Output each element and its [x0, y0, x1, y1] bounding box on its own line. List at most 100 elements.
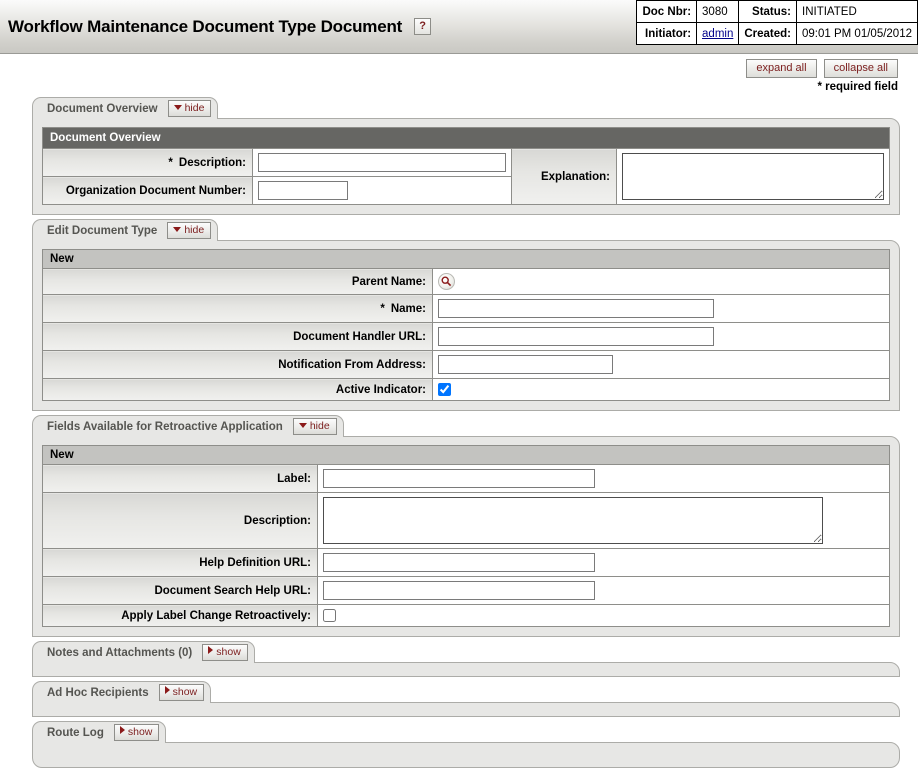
footer-actions: submit save blanket approve close cancel: [0, 768, 918, 778]
panel-body-notes: [32, 662, 900, 677]
tab-strip: Route Log show: [32, 721, 900, 743]
retro-description-textarea[interactable]: [323, 497, 823, 544]
label-input[interactable]: [323, 469, 595, 488]
status-label: Status:: [738, 0, 798, 23]
document-search-help-url-field-cell: [317, 576, 890, 605]
tab-strip: Fields Available for Retroactive Applica…: [32, 415, 900, 437]
parent-name-label: Parent Name:: [42, 268, 433, 295]
description-label: * Description:: [42, 148, 253, 177]
created-label: Created:: [738, 22, 798, 45]
label-text: Name:: [390, 302, 426, 315]
tab-label: Document Overview: [47, 102, 158, 115]
magnifier-icon[interactable]: [438, 273, 455, 290]
triangle-down-icon: [298, 423, 307, 428]
triangle-down-icon: [173, 105, 182, 110]
tab-label: Notes and Attachments (0): [47, 646, 193, 659]
tab-document-overview[interactable]: Document Overview hide: [32, 97, 219, 119]
table-row: * Name:: [42, 294, 890, 323]
label-field-cell: [317, 464, 890, 493]
table-row: Document Handler URL:: [42, 322, 890, 351]
help-definition-url-field-cell: [317, 548, 890, 577]
active-indicator-label: Active Indicator:: [42, 378, 433, 401]
tab-route-log[interactable]: Route Log show: [32, 721, 167, 743]
tab-label: Route Log: [47, 726, 104, 739]
table-row: Parent Name:: [42, 268, 890, 295]
document-overview-table: Document Overview * Description: Explanat…: [42, 127, 890, 205]
notification-from-address-input[interactable]: [438, 355, 613, 374]
required-marker: *: [168, 156, 173, 169]
toggle-retroactive-fields-button[interactable]: hide: [292, 418, 337, 435]
required-marker: *: [380, 302, 385, 315]
retro-description-label: Description:: [42, 492, 318, 549]
document-handler-url-input[interactable]: [438, 327, 714, 346]
title-area: Workflow Maintenance Document Type Docum…: [0, 0, 636, 53]
initiator-value[interactable]: admin: [696, 22, 740, 45]
toggle-edit-document-type-button[interactable]: hide: [167, 222, 212, 239]
panel-body-ad-hoc: [32, 702, 900, 717]
toggle-document-overview-button[interactable]: hide: [167, 100, 212, 117]
org-doc-number-input[interactable]: [258, 181, 348, 200]
expand-collapse-toolbar: expand all collapse all: [0, 54, 918, 78]
triangle-right-icon: [119, 726, 125, 734]
doc-nbr-label: Doc Nbr:: [636, 0, 698, 23]
doc-nbr-value: 3080: [696, 0, 740, 23]
document-search-help-url-input[interactable]: [323, 581, 595, 600]
page-title: Workflow Maintenance Document Type Docum…: [8, 16, 403, 36]
tab-ad-hoc-recipients[interactable]: Ad Hoc Recipients show: [32, 681, 212, 703]
initiator-link[interactable]: admin: [702, 28, 733, 40]
tab-strip: Ad Hoc Recipients show: [32, 681, 900, 703]
created-value: 09:01 PM 01/05/2012: [796, 22, 918, 45]
required-field-note: * required field: [817, 81, 898, 93]
label-field-label: Label:: [42, 464, 318, 493]
explanation-field-cell: [616, 148, 890, 205]
section-heading: New: [42, 249, 890, 269]
explanation-label: Explanation:: [511, 148, 617, 205]
document-handler-url-field-cell: [432, 322, 890, 351]
toggle-label: show: [127, 726, 153, 738]
label-text: Description:: [178, 156, 246, 169]
panel-document-overview: Document Overview hide Document Overview…: [32, 97, 900, 215]
toggle-route-log-button[interactable]: show: [113, 724, 160, 741]
org-doc-number-label: Organization Document Number:: [42, 176, 253, 205]
table-row: Active Indicator:: [42, 378, 890, 401]
tab-retroactive-fields[interactable]: Fields Available for Retroactive Applica…: [32, 415, 344, 437]
document-search-help-url-label: Document Search Help URL:: [42, 576, 318, 605]
toggle-notes-button[interactable]: show: [202, 644, 248, 661]
name-input[interactable]: [438, 299, 714, 318]
table-row: New: [42, 445, 890, 465]
tab-edit-document-type[interactable]: Edit Document Type hide: [32, 219, 219, 241]
active-indicator-checkbox[interactable]: [438, 383, 451, 396]
triangle-down-icon: [173, 227, 182, 232]
panel-route-log: Route Log show: [32, 721, 900, 768]
panel-body-edit-document-type: New Parent Name: * Name: Document Handle…: [32, 240, 900, 411]
section-heading: Document Overview: [42, 127, 890, 149]
apply-retroactively-checkbox[interactable]: [323, 609, 336, 622]
panel-notes-and-attachments: Notes and Attachments (0) show: [32, 641, 900, 677]
magnifier-glyph: [441, 276, 452, 287]
help-question-icon[interactable]: ?: [414, 18, 432, 35]
expand-all-button[interactable]: expand all: [746, 59, 817, 78]
edit-document-type-table: New Parent Name: * Name: Document Handle…: [42, 249, 890, 401]
panel-body-retroactive-fields: New Label: Description: Help Definition …: [32, 436, 900, 637]
tab-label: Ad Hoc Recipients: [47, 686, 149, 699]
table-row: Apply Label Change Retroactively:: [42, 604, 890, 627]
description-input[interactable]: [258, 153, 506, 172]
explanation-textarea[interactable]: [622, 153, 884, 200]
toggle-label: show: [216, 646, 241, 658]
triangle-right-icon: [164, 686, 170, 694]
help-definition-url-input[interactable]: [323, 553, 595, 572]
toggle-label: hide: [184, 224, 205, 236]
collapse-all-button[interactable]: collapse all: [823, 59, 898, 78]
document-header-bar: Workflow Maintenance Document Type Docum…: [0, 0, 918, 54]
toggle-label: show: [172, 686, 198, 698]
panel-body-document-overview: Document Overview * Description: Explanat…: [32, 118, 900, 215]
table-row: Initiator: admin Created: 09:01 PM 01/05…: [636, 22, 918, 45]
toggle-ad-hoc-button[interactable]: show: [158, 684, 205, 701]
tab-notes-and-attachments[interactable]: Notes and Attachments (0) show: [32, 641, 255, 663]
triangle-right-icon: [208, 646, 214, 654]
tab-strip: Document Overview hide: [32, 97, 900, 119]
panel-ad-hoc-recipients: Ad Hoc Recipients show: [32, 681, 900, 717]
help-definition-url-label: Help Definition URL:: [42, 548, 318, 577]
tab-strip: Edit Document Type hide: [32, 219, 900, 241]
table-row: New: [42, 249, 890, 269]
